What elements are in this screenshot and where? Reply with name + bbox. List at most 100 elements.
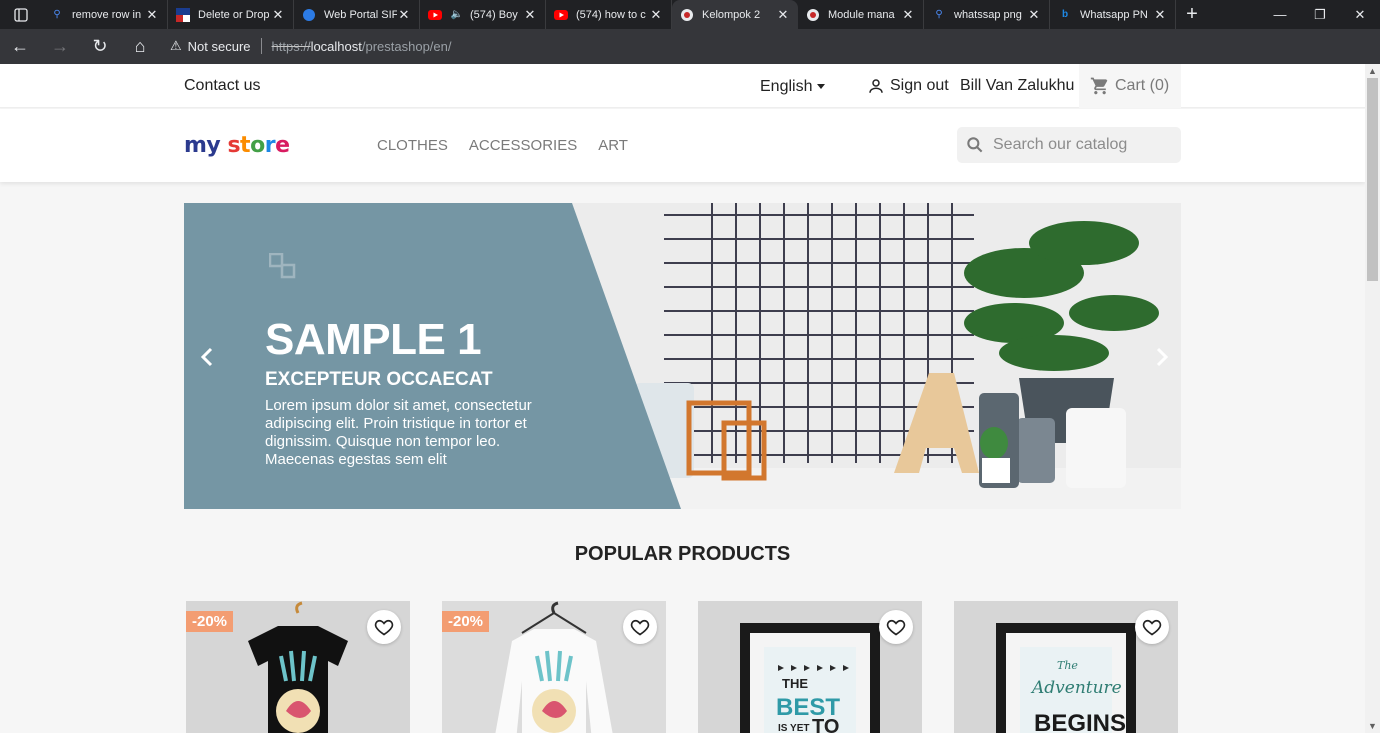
cart-label: Cart (0) — [1115, 77, 1170, 94]
url-path: /prestashop/en/ — [361, 38, 452, 54]
slide-title: SAMPLE 1 — [265, 315, 482, 364]
svg-text:BEGINS: BEGINS — [1034, 710, 1126, 733]
site-header: my store CLOTHES ACCESSORIES ART — [0, 109, 1365, 182]
browser-tab[interactable]: ⚲ remove row in ✕ — [42, 0, 168, 29]
heart-icon — [1142, 619, 1162, 636]
browser-tab[interactable]: Module mana ✕ — [798, 0, 924, 29]
svg-text:The: The — [1057, 659, 1078, 672]
browser-tab[interactable]: 🔈 (574) Boy ✕ — [420, 0, 546, 29]
language-selector[interactable]: English — [760, 78, 826, 96]
search-icon[interactable] — [965, 135, 985, 155]
back-icon[interactable]: ← — [0, 29, 40, 64]
account-link[interactable]: Bill Van Zalukhu — [960, 77, 1074, 95]
svg-text:TO: TO — [812, 716, 839, 733]
chevron-right-icon[interactable] — [1149, 345, 1173, 369]
menu-item-art[interactable]: ART — [598, 137, 628, 154]
product-card[interactable]: -20% — [186, 601, 410, 733]
cart-button[interactable]: Cart (0) — [1079, 64, 1181, 108]
close-icon[interactable]: ✕ — [271, 7, 285, 23]
close-icon[interactable]: ✕ — [1027, 7, 1041, 23]
product-card[interactable]: -20% — [442, 601, 666, 733]
browser-tab[interactable]: Delete or Drop ✕ — [168, 0, 294, 29]
cart-icon — [1090, 77, 1108, 95]
restore-icon[interactable]: ❐ — [1300, 0, 1340, 29]
heart-icon — [886, 619, 906, 636]
address-bar: ← → ↻ ⌂ ⚠ Not secure https://localhost/p… — [0, 29, 1380, 87]
discount-badge: -20% — [186, 611, 234, 632]
close-icon[interactable]: ✕ — [523, 7, 537, 23]
close-icon[interactable]: ✕ — [1153, 7, 1167, 23]
browser-tab-active[interactable]: Kelompok 2 ✕ — [672, 0, 798, 29]
close-icon[interactable]: ✕ — [901, 7, 915, 23]
page-viewport: Contact us English Sign out Bill Van Zal… — [0, 64, 1365, 733]
heart-icon — [374, 619, 394, 636]
browser-tab[interactable]: ⚲ whatssap png ✕ — [924, 0, 1050, 29]
wishlist-button[interactable] — [623, 610, 657, 644]
sign-out-label: Sign out — [890, 77, 949, 94]
product-card[interactable]: The Adventure BEGINS — [954, 601, 1178, 733]
new-tab-button[interactable]: + — [1176, 3, 1208, 26]
chevron-down-icon — [817, 84, 826, 90]
forward-icon[interactable]: → — [40, 29, 80, 64]
security-label[interactable]: Not secure — [188, 39, 251, 54]
contact-link[interactable]: Contact us — [184, 77, 260, 95]
tab-title: (574) how to c — [576, 8, 646, 21]
scroll-down-icon[interactable]: ▼ — [1365, 719, 1380, 733]
section-title: POPULAR PRODUCTS — [574, 543, 791, 565]
browser-tab[interactable]: b Whatsapp PN ✕ — [1050, 0, 1176, 29]
divider — [260, 38, 262, 54]
logo-my: my — [184, 133, 221, 158]
tab-title: Delete or Drop — [198, 8, 270, 21]
tab-title: Whatsapp PN — [1080, 8, 1148, 21]
wishlist-button[interactable] — [367, 610, 401, 644]
logo-store: store — [227, 133, 290, 158]
menu-item-clothes[interactable]: CLOTHES — [377, 137, 448, 154]
url-field[interactable]: ⚠ Not secure https://localhost/prestasho… — [170, 32, 1140, 60]
home-icon[interactable]: ⌂ — [120, 29, 160, 64]
wishlist-button[interactable] — [879, 610, 913, 644]
chevron-left-icon[interactable] — [196, 345, 220, 369]
tab-title: (574) Boy — [470, 8, 518, 21]
scrollbar-thumb[interactable] — [1367, 78, 1378, 281]
heart-icon — [630, 619, 650, 636]
svg-text:Adventure: Adventure — [1030, 678, 1122, 698]
menu-item-accessories[interactable]: ACCESSORIES — [469, 137, 577, 154]
close-icon[interactable]: ✕ — [776, 7, 790, 23]
speaker-icon[interactable]: 🔈 — [450, 8, 464, 22]
slide-description: Lorem ipsum dolor sit amet, consectetur … — [265, 397, 532, 468]
svg-text:IS YET: IS YET — [778, 723, 810, 733]
tab-title: whatssap png — [954, 8, 1022, 21]
user-icon — [869, 79, 883, 93]
product-list: -20% -20% THE BEST IS YET TO The Adventu… — [186, 601, 1178, 733]
product-card[interactable]: THE BEST IS YET TO — [698, 601, 922, 733]
close-icon[interactable]: ✕ — [397, 7, 411, 23]
page-scrollbar[interactable]: ▲ ▼ — [1365, 64, 1380, 733]
minimize-icon[interactable]: — — [1260, 0, 1300, 29]
tab-actions-icon[interactable] — [0, 0, 42, 29]
warning-icon[interactable]: ⚠ — [170, 38, 182, 54]
bing-icon: b — [1061, 9, 1069, 20]
youtube-icon — [428, 8, 442, 22]
main-menu: CLOTHES ACCESSORIES ART — [377, 137, 628, 154]
store-logo[interactable]: my store — [184, 133, 290, 158]
browser-tab[interactable]: (574) how to c ✕ — [546, 0, 672, 29]
search-icon: ⚲ — [53, 9, 61, 20]
sign-out-link[interactable]: Sign out — [867, 77, 949, 95]
youtube-icon — [554, 8, 568, 22]
site-icon — [176, 7, 190, 22]
close-icon[interactable]: ✕ — [649, 7, 663, 23]
svg-text:THE: THE — [782, 676, 808, 691]
close-icon[interactable]: ✕ — [145, 7, 159, 23]
refresh-icon[interactable]: ↻ — [80, 29, 120, 64]
search-input[interactable] — [993, 136, 1163, 154]
scroll-up-icon[interactable]: ▲ — [1365, 64, 1380, 78]
close-window-icon[interactable]: ✕ — [1340, 0, 1380, 29]
url-scheme: https:// — [271, 38, 311, 54]
language-label: English — [760, 78, 813, 95]
window-controls: — ❐ ✕ — [1260, 0, 1380, 29]
browser-tab[interactable]: Web Portal SIF ✕ — [294, 0, 420, 29]
tab-title: Module mana — [828, 8, 895, 21]
site-icon — [680, 8, 694, 22]
wishlist-button[interactable] — [1135, 610, 1169, 644]
tab-title: Web Portal SIF — [324, 8, 397, 21]
